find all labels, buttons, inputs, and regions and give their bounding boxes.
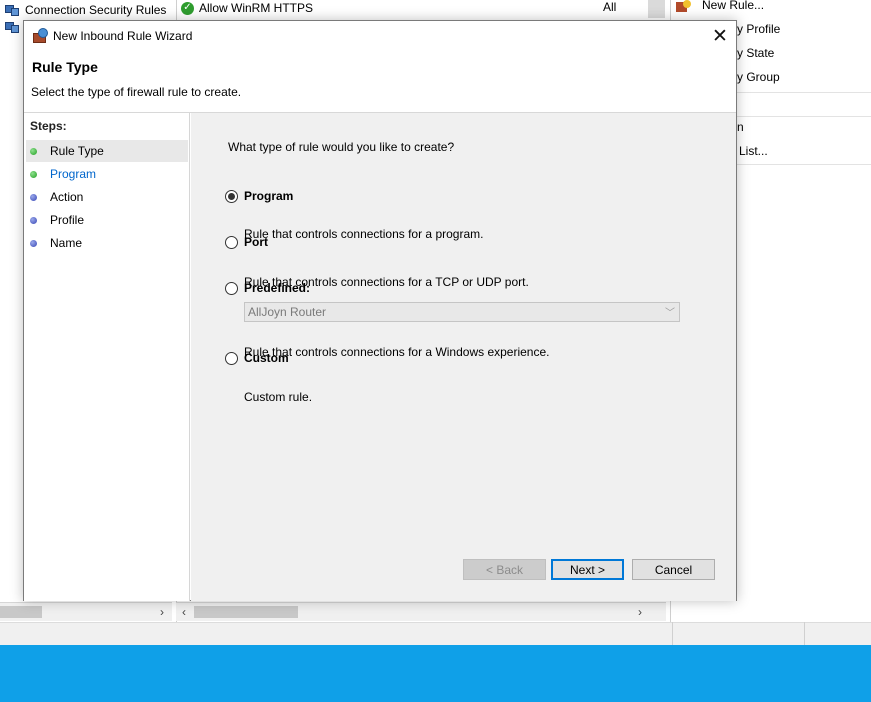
predefined-select-value: AllJoyn Router: [248, 305, 327, 319]
scroll-right-icon[interactable]: ›: [632, 603, 648, 622]
option-label[interactable]: Predefined:: [244, 281, 310, 295]
left-horizontal-scrollbar[interactable]: ›: [0, 602, 172, 621]
status-segment: [672, 622, 804, 645]
step-label: Name: [50, 236, 83, 250]
predefined-radio[interactable]: [225, 281, 238, 295]
option-port[interactable]: Port: [225, 235, 268, 249]
option-description: Rule that controls connections for a pro…: [244, 227, 484, 241]
back-button[interactable]: < Back: [463, 559, 546, 580]
custom-radio[interactable]: [225, 351, 238, 365]
option-predefined[interactable]: Predefined:: [225, 281, 310, 295]
next-button[interactable]: Next >: [551, 559, 624, 580]
step-program[interactable]: Program: [26, 163, 188, 185]
predefined-select[interactable]: AllJoyn Router ﹀: [244, 302, 680, 322]
scroll-right-icon[interactable]: ›: [154, 603, 170, 622]
action-new-rule[interactable]: New Rule...: [702, 0, 764, 18]
scroll-left-icon[interactable]: ‹: [176, 603, 192, 622]
scroll-thumb[interactable]: [194, 606, 298, 618]
new-inbound-rule-wizard: New Inbound Rule Wizard ✕ Rule Type Sele…: [23, 20, 737, 601]
option-label[interactable]: Program: [244, 189, 293, 203]
step-pending-icon: [30, 193, 37, 201]
program-radio[interactable]: [225, 189, 238, 203]
port-radio[interactable]: [225, 235, 238, 249]
steps-title: Steps:: [30, 119, 67, 133]
page-title: Rule Type: [32, 59, 98, 75]
status-segment: [804, 622, 871, 645]
action-export-list[interactable]: List...: [739, 144, 768, 164]
close-icon[interactable]: ✕: [704, 21, 736, 51]
tree-item-connection-security-rules[interactable]: Connection Security Rules: [4, 1, 166, 19]
rule-name: Allow WinRM HTTPS: [199, 1, 314, 15]
step-label: Profile: [50, 213, 85, 227]
wizard-header: Rule Type Select the type of firewall ru…: [24, 51, 736, 113]
cancel-button[interactable]: Cancel: [632, 559, 715, 580]
step-label[interactable]: Program: [50, 167, 96, 181]
enabled-check-icon: ✓: [181, 1, 194, 15]
tree-item-label: Connection Security Rules: [25, 3, 167, 17]
action-filter-group[interactable]: y Group: [737, 70, 780, 90]
option-label[interactable]: Custom: [244, 351, 289, 365]
window-title: New Inbound Rule Wizard: [53, 29, 193, 43]
step-profile: Profile: [26, 209, 188, 231]
scroll-thumb[interactable]: [0, 606, 42, 618]
taskbar: [0, 645, 871, 702]
page-subtitle: Select the type of firewall rule to crea…: [31, 85, 242, 99]
step-pending-icon: [30, 239, 37, 247]
middle-horizontal-scrollbar[interactable]: ‹ ›: [176, 602, 666, 621]
steps-pane: Steps: Rule Type Program Action Profile …: [24, 113, 190, 601]
step-label: Action: [50, 190, 84, 204]
option-description: Custom rule.: [244, 390, 313, 404]
chevron-down-icon: ﹀: [665, 308, 675, 319]
option-custom[interactable]: Custom: [225, 351, 289, 365]
action-filter-profile[interactable]: y Profile: [737, 22, 780, 42]
rule-profile: All: [603, 0, 617, 14]
option-label[interactable]: Port: [244, 235, 268, 249]
step-rule-type: Rule Type: [26, 140, 188, 162]
rule-row[interactable]: ✓ Allow WinRM HTTPS: [181, 0, 313, 16]
wizard-content: What type of rule would you like to crea…: [191, 113, 736, 601]
title-bar[interactable]: New Inbound Rule Wizard ✕: [24, 21, 736, 51]
option-description: Rule that controls connections for a Win…: [244, 345, 550, 359]
step-label: Rule Type: [50, 144, 104, 158]
action-refresh[interactable]: n: [737, 120, 744, 140]
vertical-scrollbar[interactable]: [648, 0, 665, 18]
step-done-icon: [30, 147, 37, 155]
new-rule-icon: [676, 0, 692, 13]
action-filter-state[interactable]: y State: [737, 46, 774, 66]
step-done-icon: [30, 170, 37, 178]
step-action: Action: [26, 186, 188, 208]
firewall-icon: [32, 28, 50, 44]
rule-type-question: What type of rule would you like to crea…: [228, 140, 455, 154]
option-program[interactable]: Program: [225, 189, 293, 203]
step-pending-icon: [30, 216, 37, 224]
connection-security-icon: [4, 3, 20, 17]
step-name: Name: [26, 232, 188, 254]
